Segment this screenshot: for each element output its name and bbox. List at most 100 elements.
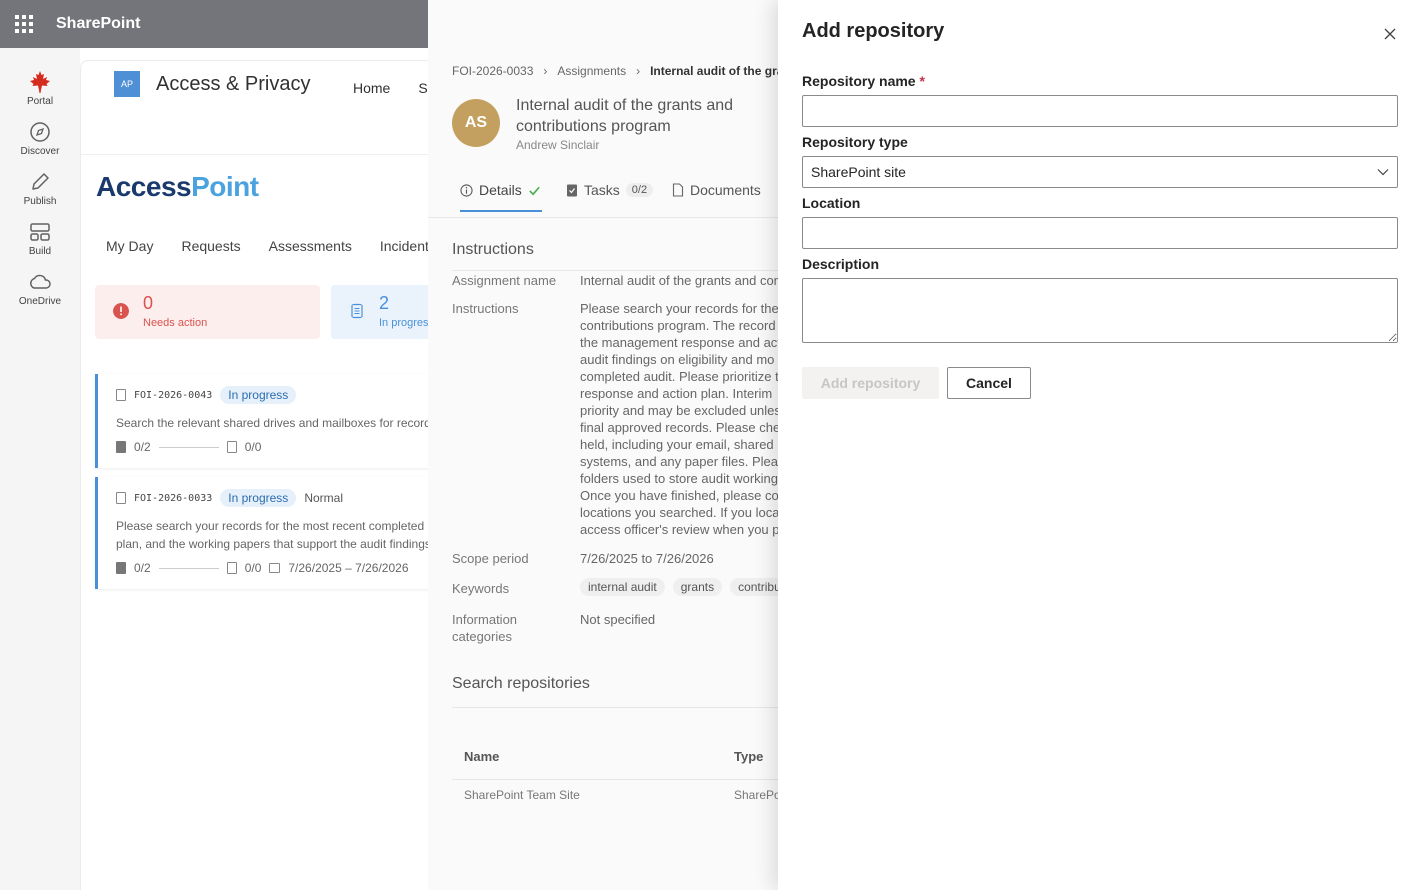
- progress-bar: [158, 567, 219, 569]
- request-card[interactable]: FOI-2026-0043 In progress Search the rel…: [95, 374, 428, 468]
- panel-title: Add repository: [802, 20, 945, 42]
- tab-details[interactable]: Details: [460, 182, 541, 198]
- rail-item-onedrive[interactable]: OneDrive: [0, 270, 80, 307]
- status-badge: In progress: [220, 489, 297, 507]
- field-value: Not specified: [580, 612, 656, 627]
- add-repository-panel: Add repository Repository name * Reposit…: [778, 0, 1406, 890]
- task-count: 0/2: [134, 561, 151, 575]
- suite-title[interactable]: SharePoint: [56, 15, 140, 33]
- site-logo[interactable]: AP: [114, 71, 140, 97]
- clipboard-icon: [567, 184, 577, 197]
- tab-incidents[interactable]: Incidents: [380, 238, 428, 254]
- table-cell-type: SharePoint: [734, 788, 778, 802]
- repository-name-input[interactable]: [802, 95, 1398, 127]
- add-repository-button[interactable]: Add repository: [802, 367, 939, 399]
- instruction-line: Once you have finished, please co: [580, 488, 778, 503]
- nav-home[interactable]: Home: [353, 80, 390, 96]
- field-label: Scope period: [452, 551, 529, 566]
- task-count: 0/2: [134, 440, 151, 454]
- description-textarea[interactable]: [802, 278, 1398, 343]
- tab-tasks[interactable]: Tasks 0/2: [566, 182, 654, 198]
- field-assignment-name: Assignment name Internal audit of the gr…: [452, 270, 778, 288]
- request-card[interactable]: FOI-2026-0033 In progress Normal Please …: [95, 477, 428, 589]
- field-value: Internal audit of the grants and contrib…: [580, 273, 778, 288]
- rail-item-portal[interactable]: Portal: [0, 70, 80, 107]
- maple-leaf-icon: [30, 71, 50, 93]
- site-title[interactable]: Access & Privacy: [156, 73, 310, 96]
- close-icon: [1384, 28, 1396, 40]
- rail-item-label: Portal: [26, 96, 54, 107]
- description-line: plan, and the working papers that suppor…: [116, 537, 428, 551]
- layout-icon: [30, 223, 50, 241]
- nav-item[interactable]: Si: [418, 80, 428, 96]
- instruction-line: final approved records. Please chec: [580, 420, 778, 435]
- instruction-line: priority and may be excluded unles: [580, 403, 778, 418]
- date-range: 7/26/2025 – 7/26/2026: [288, 561, 409, 575]
- instruction-line: systems, and any paper files. Pleas: [580, 454, 778, 469]
- stat-label: In progress: [379, 317, 428, 329]
- stat-value: 0: [143, 293, 154, 313]
- repository-type-label: Repository type: [802, 134, 908, 150]
- repository-type-dropdown[interactable]: SharePoint site: [802, 156, 1398, 188]
- field-label: Assignment name: [452, 273, 557, 288]
- stat-in-progress[interactable]: 2 In progress: [331, 285, 428, 339]
- stat-needs-action[interactable]: 0 Needs action: [95, 285, 320, 339]
- detail-tabs: Details Tasks 0/2 Documents: [428, 170, 778, 218]
- stat-value: 2: [379, 293, 390, 313]
- section-heading-repositories: Search repositories: [452, 675, 590, 692]
- brand-part-1: Access: [96, 171, 192, 202]
- rail-item-publish[interactable]: Publish: [0, 170, 80, 207]
- priority-label: Normal: [304, 491, 343, 505]
- keyword-tag: grants: [672, 578, 723, 596]
- clipboard-icon: [116, 562, 126, 574]
- close-button[interactable]: [1378, 22, 1402, 46]
- location-input[interactable]: [802, 217, 1398, 249]
- app-brand: AccessPoint: [96, 171, 259, 203]
- file-icon: [672, 183, 684, 197]
- request-description: Search the relevant shared drives and ma…: [116, 416, 428, 430]
- label-line: categories: [452, 629, 512, 644]
- waffle-icon: [15, 15, 33, 33]
- file-icon: [226, 441, 237, 453]
- instruction-line: folders used to store audit working: [580, 471, 778, 486]
- breadcrumb-item[interactable]: Assignments: [557, 64, 626, 78]
- table-cell-name[interactable]: SharePoint Team Site: [464, 788, 580, 802]
- document-count: 0/0: [244, 440, 262, 454]
- field-value: 7/26/2025 to 7/26/2026: [580, 551, 714, 566]
- active-tab-indicator: [460, 210, 542, 212]
- chevron-right-icon: ›: [636, 64, 641, 78]
- task-count-badge: 0/2: [625, 183, 654, 197]
- rail-item-discover[interactable]: Discover: [0, 120, 80, 157]
- tab-assessments[interactable]: Assessments: [269, 238, 352, 254]
- app-rail: Portal Discover Publish Build OneDrive: [0, 48, 80, 890]
- description-label: Description: [802, 256, 880, 272]
- assignee-name: Andrew Sinclair: [516, 138, 600, 152]
- status-badge: In progress: [220, 386, 297, 404]
- breadcrumb-current: Internal audit of the grants: [650, 64, 778, 78]
- breadcrumb-item[interactable]: FOI-2026-0033: [452, 64, 533, 78]
- site-header: AP Access & Privacy Home Si: [81, 61, 428, 155]
- required-indicator: *: [919, 73, 925, 89]
- rail-item-build[interactable]: Build: [0, 220, 80, 257]
- column-header-name[interactable]: Name: [464, 749, 499, 764]
- chevron-down-icon: [1377, 169, 1389, 176]
- alert-icon: [113, 303, 129, 319]
- instruction-line: contributions program. The record: [580, 318, 776, 333]
- cloud-icon: [30, 274, 51, 289]
- app-launcher-button[interactable]: [0, 0, 48, 48]
- tab-my-day[interactable]: My Day: [106, 238, 153, 254]
- request-description: Please search your records for the most …: [116, 517, 428, 553]
- tab-requests[interactable]: Requests: [181, 238, 240, 254]
- tab-label: Documents: [690, 182, 761, 198]
- site-nav: Home Si: [353, 80, 428, 96]
- compass-icon: [30, 122, 50, 142]
- instruction-line: the management response and act: [580, 335, 778, 350]
- rail-item-label: OneDrive: [18, 296, 62, 307]
- instruction-line: held, including your email, shared: [580, 437, 774, 452]
- instruction-line: completed audit. Please prioritize t: [580, 369, 778, 384]
- cancel-button[interactable]: Cancel: [947, 367, 1031, 399]
- column-header-type[interactable]: Type: [734, 749, 763, 764]
- tab-documents[interactable]: Documents: [672, 182, 761, 198]
- instruction-line: Please search your records for the: [580, 301, 778, 316]
- rail-item-label: Discover: [20, 146, 60, 157]
